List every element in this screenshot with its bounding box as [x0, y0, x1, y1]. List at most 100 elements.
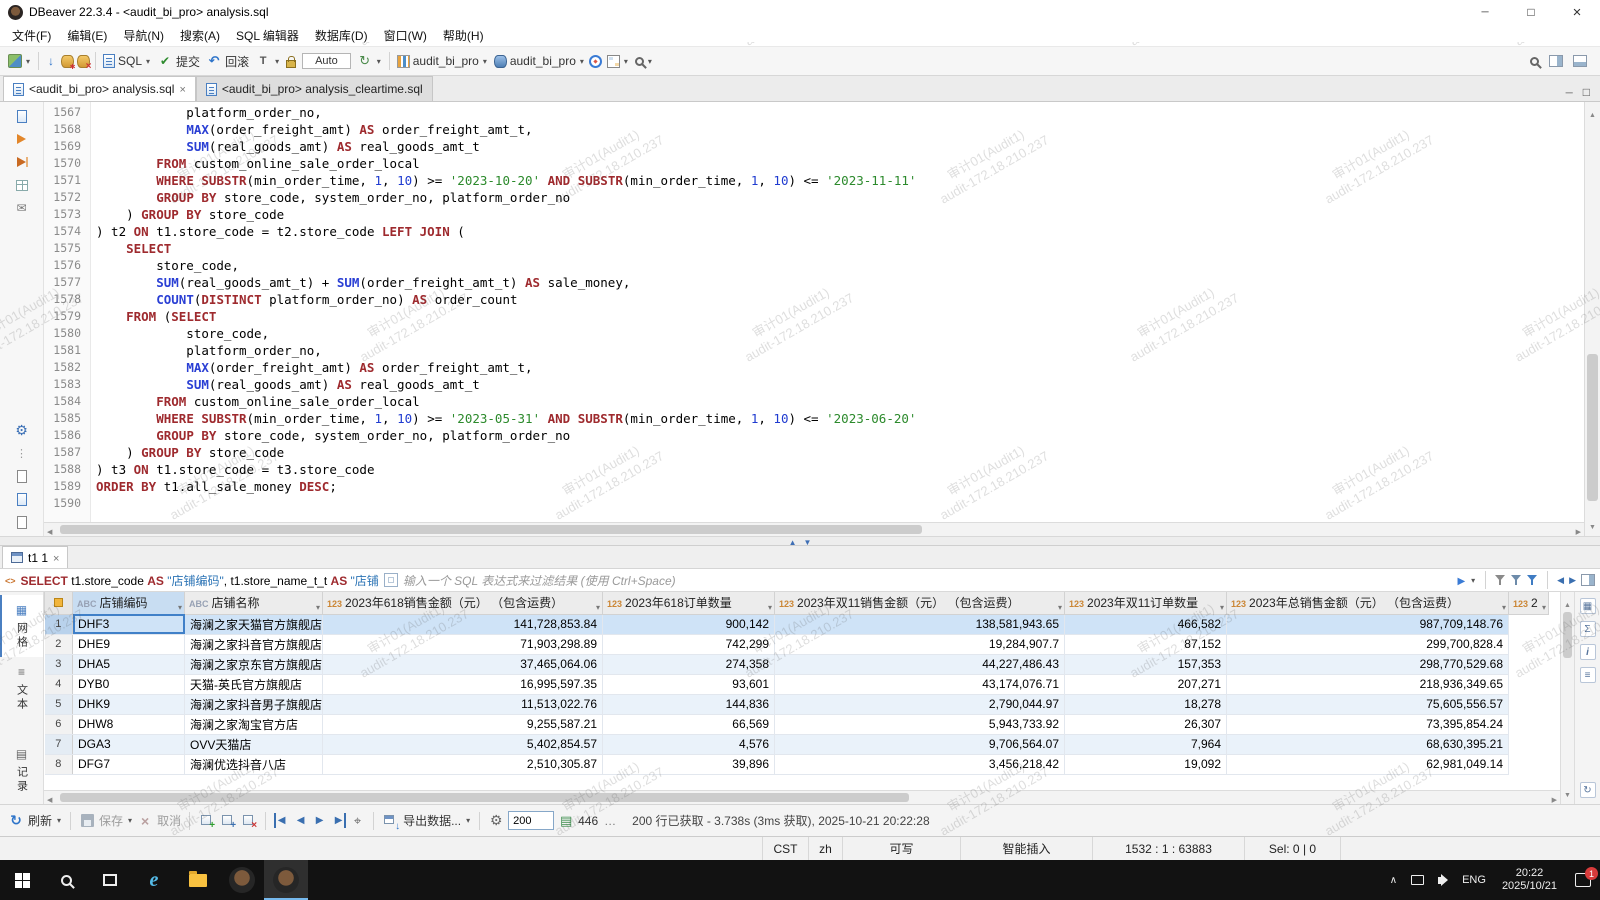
column-header[interactable]: 1232023年双11订单数量: [1065, 592, 1227, 614]
close-icon[interactable]: [53, 551, 59, 565]
table-row[interactable]: 1DHF3海澜之家天猫官方旗舰店141,728,853.84900,142138…: [45, 614, 1549, 634]
scrollbar-thumb[interactable]: [1563, 612, 1572, 658]
go-to-row-icon[interactable]: [350, 813, 365, 828]
delete-row-icon[interactable]: [240, 812, 257, 829]
grid-cell[interactable]: 海澜优选抖音八店: [185, 754, 323, 774]
grid-cell[interactable]: 144,836: [603, 694, 775, 714]
grid-cell[interactable]: 274,358: [603, 654, 775, 674]
commit-button[interactable]: 提交: [154, 51, 203, 72]
row-number[interactable]: 4: [45, 674, 73, 694]
grid-cell[interactable]: 73,395,854.24: [1227, 714, 1509, 734]
grid-cell[interactable]: 138,581,943.65: [775, 614, 1065, 634]
commit-mode-box[interactable]: Auto: [302, 53, 351, 69]
grid-cell[interactable]: 9,255,587.21: [323, 714, 603, 734]
grid-cell[interactable]: 75,605,556.57: [1227, 694, 1509, 714]
scroll-right-icon[interactable]: [1576, 521, 1581, 537]
grid-corner[interactable]: [45, 592, 73, 614]
result-view-tab-2[interactable]: 文本: [0, 657, 43, 719]
table-row[interactable]: 6DHW8海澜之家淘宝官方店9,255,587.2166,5695,943,73…: [45, 714, 1549, 734]
fetch-size-input[interactable]: [508, 811, 554, 830]
schema-selector[interactable]: audit_bi_pro: [491, 52, 588, 70]
quick-search-icon[interactable]: [1530, 57, 1539, 66]
row-count-icon[interactable]: [558, 813, 574, 829]
row-number[interactable]: 8: [45, 754, 73, 774]
clear-filter-icon[interactable]: [1495, 574, 1506, 586]
column-header[interactable]: ABC店铺编码: [73, 592, 185, 614]
panel-toggle-icon[interactable]: [1581, 574, 1595, 586]
grid-cell[interactable]: 71,903,298.89: [323, 634, 603, 654]
refresh-button[interactable]: 刷新: [28, 812, 52, 829]
next-row-icon[interactable]: [312, 813, 327, 828]
column-dropdown-icon[interactable]: [178, 599, 182, 613]
scroll-right-icon[interactable]: [1552, 789, 1557, 805]
editor-settings-icon[interactable]: [14, 422, 30, 438]
er-diagram-button[interactable]: [604, 53, 632, 70]
action-center-button[interactable]: 1: [1566, 860, 1600, 900]
scrollbar-thumb[interactable]: [60, 793, 909, 802]
search-button[interactable]: [632, 55, 656, 68]
grid-cell[interactable]: DFG7: [73, 754, 185, 774]
output-log-icon[interactable]: [14, 468, 30, 484]
tab-close-icon[interactable]: [179, 82, 185, 96]
result-view-tab-3[interactable]: 记录: [0, 739, 43, 801]
menu-item[interactable]: 帮助(H): [435, 24, 492, 47]
grid-cell[interactable]: 2,790,044.97: [775, 694, 1065, 714]
grouping-panel-icon[interactable]: [1580, 667, 1596, 683]
rollback-button[interactable]: 回滚: [203, 51, 252, 72]
table-row[interactable]: 8DFG7海澜优选抖音八店2,510,305.8739,8963,456,218…: [45, 754, 1549, 774]
grid-cell[interactable]: 海澜之家京东官方旗舰店: [185, 654, 323, 674]
grid-cell[interactable]: 298,770,529.68: [1227, 654, 1509, 674]
grid-cell[interactable]: DYB0: [73, 674, 185, 694]
export-from-query-icon[interactable]: [14, 200, 30, 216]
row-number[interactable]: 6: [45, 714, 73, 734]
file-explorer-button[interactable]: [176, 860, 220, 900]
export-data-button[interactable]: 导出数据...: [403, 812, 461, 829]
panel-layout-icon[interactable]: [1549, 55, 1563, 67]
column-header[interactable]: 1232023年双11销售金额（元） （包含运费）: [775, 592, 1065, 614]
task-view-button[interactable]: [88, 860, 132, 900]
column-header[interactable]: ABC店铺名称: [185, 592, 323, 614]
scroll-left-icon[interactable]: [47, 521, 52, 537]
minimize-button[interactable]: [1462, 0, 1508, 24]
editor-results-sash[interactable]: [0, 536, 1600, 546]
editor-tab[interactable]: <audit_bi_pro> analysis_cleartime.sql: [196, 76, 433, 101]
table-row[interactable]: 2DHE9海澜之家抖音官方旗舰店71,903,298.89742,29919,2…: [45, 634, 1549, 654]
history-forward-icon[interactable]: [1569, 575, 1576, 586]
scrollbar-thumb[interactable]: [1587, 354, 1598, 502]
scroll-up-icon[interactable]: [1589, 104, 1596, 122]
taskbar-clock[interactable]: 20:22 2025/10/21: [1493, 860, 1566, 900]
history-back-icon[interactable]: [1557, 575, 1564, 586]
scrollbar-thumb[interactable]: [60, 525, 922, 534]
calc-panel-icon[interactable]: [1580, 621, 1596, 637]
column-dropdown-icon[interactable]: [1502, 599, 1506, 613]
grid-cell[interactable]: 19,284,907.7: [775, 634, 1065, 654]
grid-horizontal-scrollbar[interactable]: [44, 790, 1560, 804]
menu-item[interactable]: SQL 编辑器: [228, 24, 307, 47]
column-dropdown-icon[interactable]: [768, 599, 772, 613]
grid-cell[interactable]: 43,174,076.71: [775, 674, 1065, 694]
grid-cell[interactable]: 87,152: [1065, 634, 1227, 654]
column-header[interactable]: 1232023年618订单数量: [603, 592, 775, 614]
grid-cell[interactable]: 7,964: [1065, 734, 1227, 754]
tray-volume-button[interactable]: [1431, 860, 1455, 900]
export-dropdown-icon[interactable]: [465, 816, 471, 825]
grid-cell[interactable]: 141,728,853.84: [323, 614, 603, 634]
grid-cell[interactable]: 93,601: [603, 674, 775, 694]
metadata-panel-icon[interactable]: [1580, 644, 1596, 660]
table-row[interactable]: 7DGA3OVV天猫店5,402,854.574,5769,706,564.07…: [45, 734, 1549, 754]
explain-plan-icon[interactable]: [14, 177, 30, 193]
scroll-left-icon[interactable]: [47, 789, 52, 805]
grid-cell[interactable]: 68,630,395.21: [1227, 734, 1509, 754]
value-panel-icon[interactable]: [1580, 598, 1596, 614]
grid-cell[interactable]: 16,995,597.35: [323, 674, 603, 694]
column-dropdown-icon[interactable]: [1058, 599, 1062, 613]
grid-cell[interactable]: 2,510,305.87: [323, 754, 603, 774]
column-header[interactable]: 1232: [1509, 592, 1549, 614]
row-number[interactable]: 5: [45, 694, 73, 714]
grid-cell[interactable]: 987,709,148.76: [1227, 614, 1509, 634]
grid-cell[interactable]: 207,271: [1065, 674, 1227, 694]
table-row[interactable]: 4DYB0天猫-英氏官方旗舰店16,995,597.3593,60143,174…: [45, 674, 1549, 694]
minimize-pane-icon[interactable]: [1566, 83, 1573, 101]
grid-cell[interactable]: 299,700,828.4: [1227, 634, 1509, 654]
references-panel-icon[interactable]: [1580, 782, 1596, 798]
